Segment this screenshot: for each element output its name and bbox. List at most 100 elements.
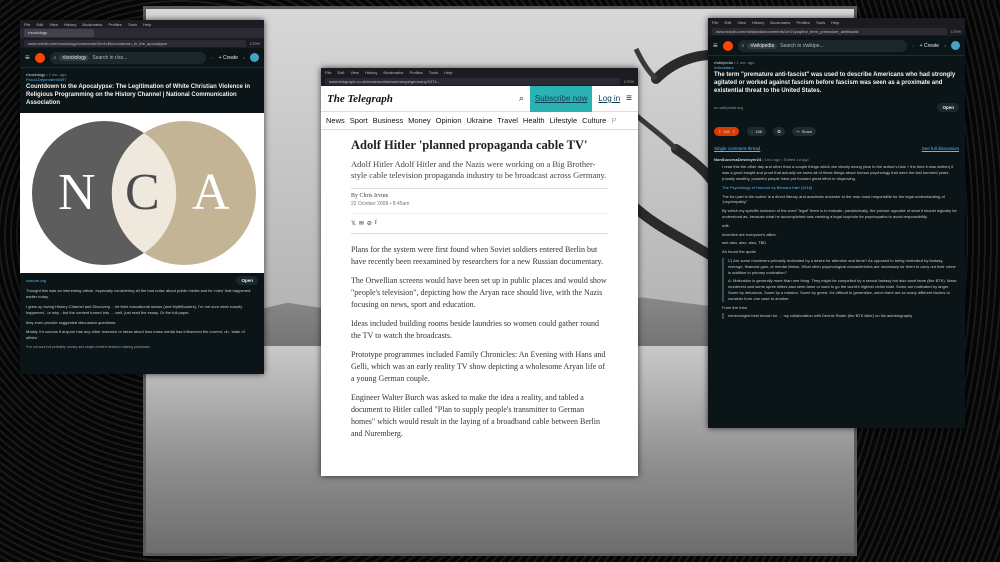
menu-tools[interactable]: Tools [429,70,438,75]
hamburger-icon[interactable]: ≡ [713,41,718,50]
link-icon[interactable]: ⊘ [367,220,372,227]
reddit-logo-icon[interactable] [722,40,733,51]
nav-culture[interactable]: Culture [582,116,606,125]
search-input[interactable]: ⌕ r/wikipedia Search in r/wikipe... [737,39,908,52]
twitter-icon[interactable]: 𝕏 [351,220,356,227]
menu-tools[interactable]: Tools [128,22,137,27]
comment-meta: NonSuccessDestroyer24 • 1mo ago • Edited… [714,157,959,162]
share-button[interactable]: ↪ Share [792,127,817,137]
menu-bookmarks[interactable]: Bookmarks [383,70,403,75]
menu-help[interactable]: Help [143,22,151,27]
search-input[interactable]: ⌕ r/sociology Search in r/so... [49,51,207,64]
chat-icon[interactable]: ◌ [211,55,213,60]
subreddit-chip[interactable]: r/wikipedia [747,42,778,49]
section-nav: News Sport Business Money Opinion Ukrain… [321,112,638,130]
url-field[interactable]: www.reddit.com/r/wikipedia/comments/1m7c… [712,27,947,35]
link-domain[interactable]: en.wikipedia.org [714,105,743,110]
avatar[interactable] [951,41,960,50]
upvote-button[interactable]: ⇧ 461 ⇩ [714,127,740,137]
comment-paragraph: From the Intro [722,304,748,310]
menu-file[interactable]: File [712,20,718,25]
author-name[interactable]: By Chris Irvine [351,193,608,199]
browser-tab[interactable]: r/sociology [24,29,94,37]
full-discussion-link[interactable]: See full discussion [922,146,959,151]
post-title[interactable]: Countdown to the Apocalypse: The Legitim… [26,84,258,107]
menu-history[interactable]: History [365,70,377,75]
reddit-logo-icon[interactable] [34,52,45,63]
menu-view[interactable]: View [350,70,359,75]
nav-sport[interactable]: Sport [350,116,368,125]
commenter-name[interactable]: NonSuccessDestroyer24 [714,157,761,162]
nav-ukraine[interactable]: Ukraine [467,116,493,125]
link-row: en.wikipedia.org Open [714,103,959,113]
login-link[interactable]: Log in [598,94,620,103]
comments-button[interactable]: ◌ 186 [746,127,766,137]
post-actions: ⇧ 461 ⇩ ◌ 186 ✪ ↪ Share [714,120,959,138]
post-author[interactable]: evilreaders [714,65,734,70]
thread-links: Single comment thread See full discussio… [714,146,959,151]
menu-view[interactable]: View [737,20,746,25]
telegraph-logo[interactable]: The Telegraph [327,93,513,105]
menu-icon[interactable]: ≡ [626,93,632,104]
facebook-icon[interactable]: f [375,220,377,227]
nav-more[interactable]: P [611,116,616,125]
url-field[interactable]: www.reddit.com/r/sociology/comments/1lm1… [24,39,246,47]
menu-profiles[interactable]: Profiles [409,70,422,75]
nav-news[interactable]: News [326,116,345,125]
search-icon[interactable]: ⌕ [519,93,524,104]
open-button[interactable]: Open [937,103,959,113]
post-image[interactable]: N C A [20,113,264,274]
search-placeholder: Search in r/wikipe... [780,42,824,49]
menu-file[interactable]: File [24,22,30,27]
zoom-level[interactable]: 170% [951,29,961,34]
quote-paragraph: C) Are some murderers primarily motivate… [728,257,956,275]
menu-edit[interactable]: Edit [724,20,731,25]
menu-edit[interactable]: Edit [36,22,43,27]
menu-edit[interactable]: Edit [337,70,344,75]
nav-travel[interactable]: Travel [497,116,518,125]
post-author[interactable]: Proud-Dependent5497 [26,77,66,82]
menu-bookmarks[interactable]: Bookmarks [82,22,102,27]
post-title[interactable]: The term "premature anti-fascist" was us… [714,72,959,95]
menu-help[interactable]: Help [444,70,452,75]
hamburger-icon[interactable]: ≡ [25,53,30,62]
chat-icon[interactable]: ◌ [912,43,914,48]
create-button[interactable]: + Create [920,43,939,49]
url-field[interactable]: www.telegraph.co.uk/news/worldnews/europ… [325,77,620,85]
menu-history[interactable]: History [752,20,764,25]
avatar[interactable] [250,53,259,62]
zoom-level[interactable]: 170% [624,79,634,84]
create-label: Create [923,42,939,49]
subreddit-chip[interactable]: r/sociology [59,54,90,61]
menu-file[interactable]: File [325,70,331,75]
menu-help[interactable]: Help [831,20,839,25]
award-button[interactable]: ✪ [773,127,785,137]
email-icon[interactable]: ✉ [359,220,364,227]
article-paragraph: Engineer Walter Burch was asked to make … [351,392,600,438]
menu-view[interactable]: View [49,22,58,27]
nav-health[interactable]: Health [523,116,545,125]
left-browser-window: File Edit View History Bookmarks Profile… [20,20,264,374]
menu-profiles[interactable]: Profiles [796,20,809,25]
bell-icon[interactable]: ♪ [243,55,245,60]
menu-tools[interactable]: Tools [816,20,825,25]
open-button[interactable]: Open [236,276,258,286]
subscribe-button[interactable]: Subscribe now [529,85,593,112]
bell-icon[interactable]: ♪ [944,43,946,48]
nav-lifestyle[interactable]: Lifestyle [550,116,578,125]
post-body: Thought this was an interesting article,… [20,288,264,354]
zoom-level[interactable]: 170% [250,41,260,46]
search-icon: ⌕ [53,54,57,61]
post: r/wikipedia • 1 mo. ago evilreaders The … [708,56,965,326]
link-domain[interactable]: natcom.org [26,278,46,283]
menu-bookmarks[interactable]: Bookmarks [770,20,790,25]
nav-opinion[interactable]: Opinion [436,116,462,125]
menu-profiles[interactable]: Profiles [108,22,121,27]
comment-link[interactable]: The Psychology of Humour by Bernard Hart… [722,185,959,191]
create-button[interactable]: + Create [219,55,238,61]
menu-history[interactable]: History [64,22,76,27]
nav-money[interactable]: Money [408,116,431,125]
single-thread-link[interactable]: Single comment thread [714,146,760,151]
menu-bar: File Edit View History Bookmarks Profile… [321,68,638,76]
nav-business[interactable]: Business [373,116,403,125]
